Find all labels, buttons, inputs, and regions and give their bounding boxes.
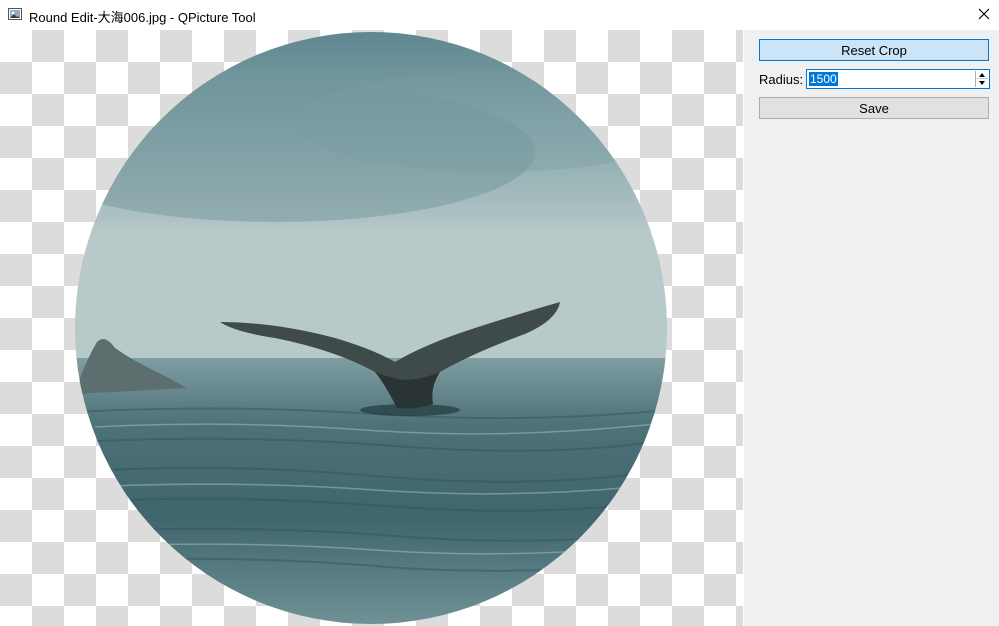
save-button[interactable]: Save (759, 97, 989, 119)
spinbox-arrows (975, 71, 988, 87)
window-title: Round Edit-大海006.jpg - QPicture Tool (29, 10, 256, 25)
picture-icon (8, 8, 22, 20)
round-cropped-photo (75, 32, 667, 624)
close-button[interactable] (969, 0, 999, 30)
side-panel: Reset Crop Radius: 1500 Save (744, 30, 999, 626)
close-icon (978, 8, 990, 23)
title-bar: Round Edit-大海006.jpg - QPicture Tool (0, 0, 999, 30)
spin-down-button[interactable] (975, 79, 988, 87)
radius-label: Radius: (759, 72, 804, 87)
image-canvas[interactable] (0, 30, 743, 626)
spin-up-button[interactable] (975, 71, 988, 79)
reset-crop-button[interactable]: Reset Crop (759, 39, 989, 61)
radius-spinbox[interactable]: 1500 (806, 69, 990, 89)
chevron-up-icon (979, 72, 985, 77)
chevron-down-icon (979, 81, 985, 85)
radius-value[interactable]: 1500 (809, 72, 838, 86)
